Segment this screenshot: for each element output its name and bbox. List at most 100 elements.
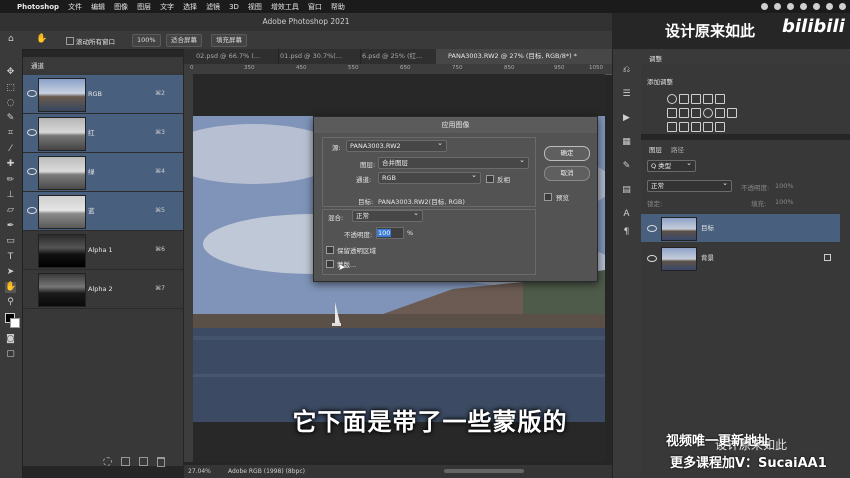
exposure-icon[interactable]: [703, 94, 713, 104]
curves-icon[interactable]: [691, 94, 701, 104]
shape-tool-icon[interactable]: ▭: [5, 236, 16, 247]
hand-tool-icon[interactable]: ✋: [5, 282, 16, 293]
layer-select[interactable]: 合并图层: [378, 155, 529, 169]
levels-icon[interactable]: [679, 94, 689, 104]
posterize-icon[interactable]: [679, 122, 689, 132]
menu-filter[interactable]: 滤镜: [206, 2, 220, 12]
properties-icon[interactable]: ☰: [621, 89, 632, 100]
black-white-icon[interactable]: [691, 108, 701, 118]
color-balance-icon[interactable]: [679, 108, 689, 118]
delete-channel-icon[interactable]: [157, 457, 165, 467]
quick-select-icon[interactable]: ✎: [5, 113, 16, 124]
brightness-icon[interactable]: [667, 94, 677, 104]
tab-channels[interactable]: 通道: [31, 60, 44, 70]
status-icon[interactable]: [813, 3, 820, 10]
hue-sat-icon[interactable]: [667, 108, 677, 118]
menu-plugins[interactable]: 增效工具: [271, 2, 299, 12]
channel-row-green[interactable]: 绿 ⌘4: [23, 153, 183, 192]
zoom-tool-icon[interactable]: ⚲: [5, 297, 16, 308]
mask-checkbox[interactable]: [326, 260, 334, 268]
preserve-transparency-checkbox[interactable]: [326, 246, 334, 254]
brush-tool-icon[interactable]: ✏: [5, 175, 16, 186]
photo-filter-icon[interactable]: [703, 108, 713, 118]
tab-layers[interactable]: 图层: [649, 144, 662, 154]
history-icon[interactable]: ⎌: [621, 65, 632, 76]
new-channel-icon[interactable]: [139, 457, 148, 466]
lasso-tool-icon[interactable]: ◌: [5, 98, 16, 109]
swatches-icon[interactable]: ▤: [621, 185, 632, 196]
eye-icon[interactable]: [27, 207, 37, 214]
opacity-input[interactable]: 100: [376, 227, 404, 239]
blend-mode-select[interactable]: 正常: [647, 178, 732, 192]
status-icon[interactable]: [761, 3, 768, 10]
actions-icon[interactable]: ▶: [621, 113, 632, 124]
preview-checkbox[interactable]: [544, 193, 552, 201]
fill-value[interactable]: 100%: [775, 198, 794, 206]
tab-adjustments[interactable]: 调整: [649, 53, 662, 63]
doc-tab[interactable]: 02.psd @ 66.7% (...: [184, 49, 279, 64]
layer-row-background[interactable]: 背景: [641, 244, 840, 272]
fit-screen-button[interactable]: 适合屏幕: [166, 34, 202, 47]
paragraph-icon[interactable]: ¶: [621, 227, 632, 238]
move-tool-icon[interactable]: ✥: [5, 67, 16, 78]
hand-tool-icon[interactable]: ✋: [36, 34, 47, 44]
brush-settings-icon[interactable]: ✎: [621, 161, 632, 172]
selective-color-icon[interactable]: [703, 122, 713, 132]
channel-mixer-icon[interactable]: [715, 108, 725, 118]
channel-row-alpha1[interactable]: Alpha 1 ⌘6: [23, 231, 183, 270]
doc-tab[interactable]: 01.psd @ 30.7%(...: [268, 49, 361, 64]
scroll-all-checkbox[interactable]: [66, 37, 74, 45]
channel-row-alpha2[interactable]: Alpha 2 ⌘7: [23, 270, 183, 309]
eye-icon[interactable]: [27, 129, 37, 136]
color-lookup-icon[interactable]: [727, 108, 737, 118]
layer-row-target[interactable]: 目标: [641, 214, 840, 242]
invert-checkbox[interactable]: [486, 175, 494, 183]
menu-type[interactable]: 文字: [160, 2, 174, 12]
menu-3d[interactable]: 3D: [229, 3, 239, 11]
marquee-tool-icon[interactable]: ⬚: [5, 83, 16, 94]
save-selection-icon[interactable]: [121, 457, 130, 466]
menu-photoshop[interactable]: Photoshop: [17, 3, 59, 11]
menu-window[interactable]: 窗口: [308, 2, 322, 12]
home-icon[interactable]: ⌂: [8, 34, 18, 44]
doc-tab-active[interactable]: PANA3003.RW2 @ 27% (目标, RGB/8*) *: [436, 49, 625, 64]
load-selection-icon[interactable]: [103, 457, 112, 466]
menu-layer[interactable]: 图层: [137, 2, 151, 12]
menu-view[interactable]: 视图: [248, 2, 262, 12]
layer-opacity-value[interactable]: 100%: [775, 182, 794, 190]
menu-select[interactable]: 选择: [183, 2, 197, 12]
status-icon[interactable]: [800, 3, 807, 10]
channel-row-rgb[interactable]: RGB ⌘2: [23, 75, 183, 114]
horizontal-scrollbar[interactable]: [444, 469, 524, 473]
healing-brush-icon[interactable]: ✚: [5, 159, 16, 170]
character-icon[interactable]: A: [621, 209, 632, 220]
crop-tool-icon[interactable]: ⌗: [5, 128, 16, 139]
quick-mask-icon[interactable]: ◙: [5, 334, 16, 345]
source-select[interactable]: PANA3003.RW2: [346, 138, 447, 152]
channel-select[interactable]: RGB: [378, 170, 481, 184]
cancel-button[interactable]: 取消: [544, 166, 590, 181]
menu-edit[interactable]: 编辑: [91, 2, 105, 12]
blend-select[interactable]: 正常: [352, 208, 423, 222]
status-icon[interactable]: [774, 3, 781, 10]
status-icon[interactable]: [787, 3, 794, 10]
doc-tab[interactable]: 6.psd @ 25% (红...: [350, 49, 447, 64]
eye-icon[interactable]: [647, 225, 657, 232]
background-color-swatch[interactable]: [10, 318, 20, 328]
search-icon[interactable]: [839, 3, 846, 10]
threshold-icon[interactable]: [691, 122, 701, 132]
fill-screen-button[interactable]: 填充屏幕: [211, 34, 247, 47]
zoom-100-button[interactable]: 100%: [132, 34, 161, 47]
tab-paths[interactable]: 路径: [671, 144, 684, 154]
channel-row-red[interactable]: 红 ⌘3: [23, 114, 183, 153]
eye-icon[interactable]: [27, 90, 37, 97]
pen-tool-icon[interactable]: ✒: [5, 221, 16, 232]
eye-icon[interactable]: [27, 168, 37, 175]
ok-button[interactable]: 确定: [544, 146, 590, 161]
type-tool-icon[interactable]: T: [5, 252, 16, 263]
wifi-icon[interactable]: [826, 3, 833, 10]
eyedropper-icon[interactable]: ⁄: [5, 144, 16, 155]
screen-mode-icon[interactable]: ▢: [5, 349, 16, 360]
vibrance-icon[interactable]: [715, 94, 725, 104]
channel-row-blue[interactable]: 蓝 ⌘5: [23, 192, 183, 231]
